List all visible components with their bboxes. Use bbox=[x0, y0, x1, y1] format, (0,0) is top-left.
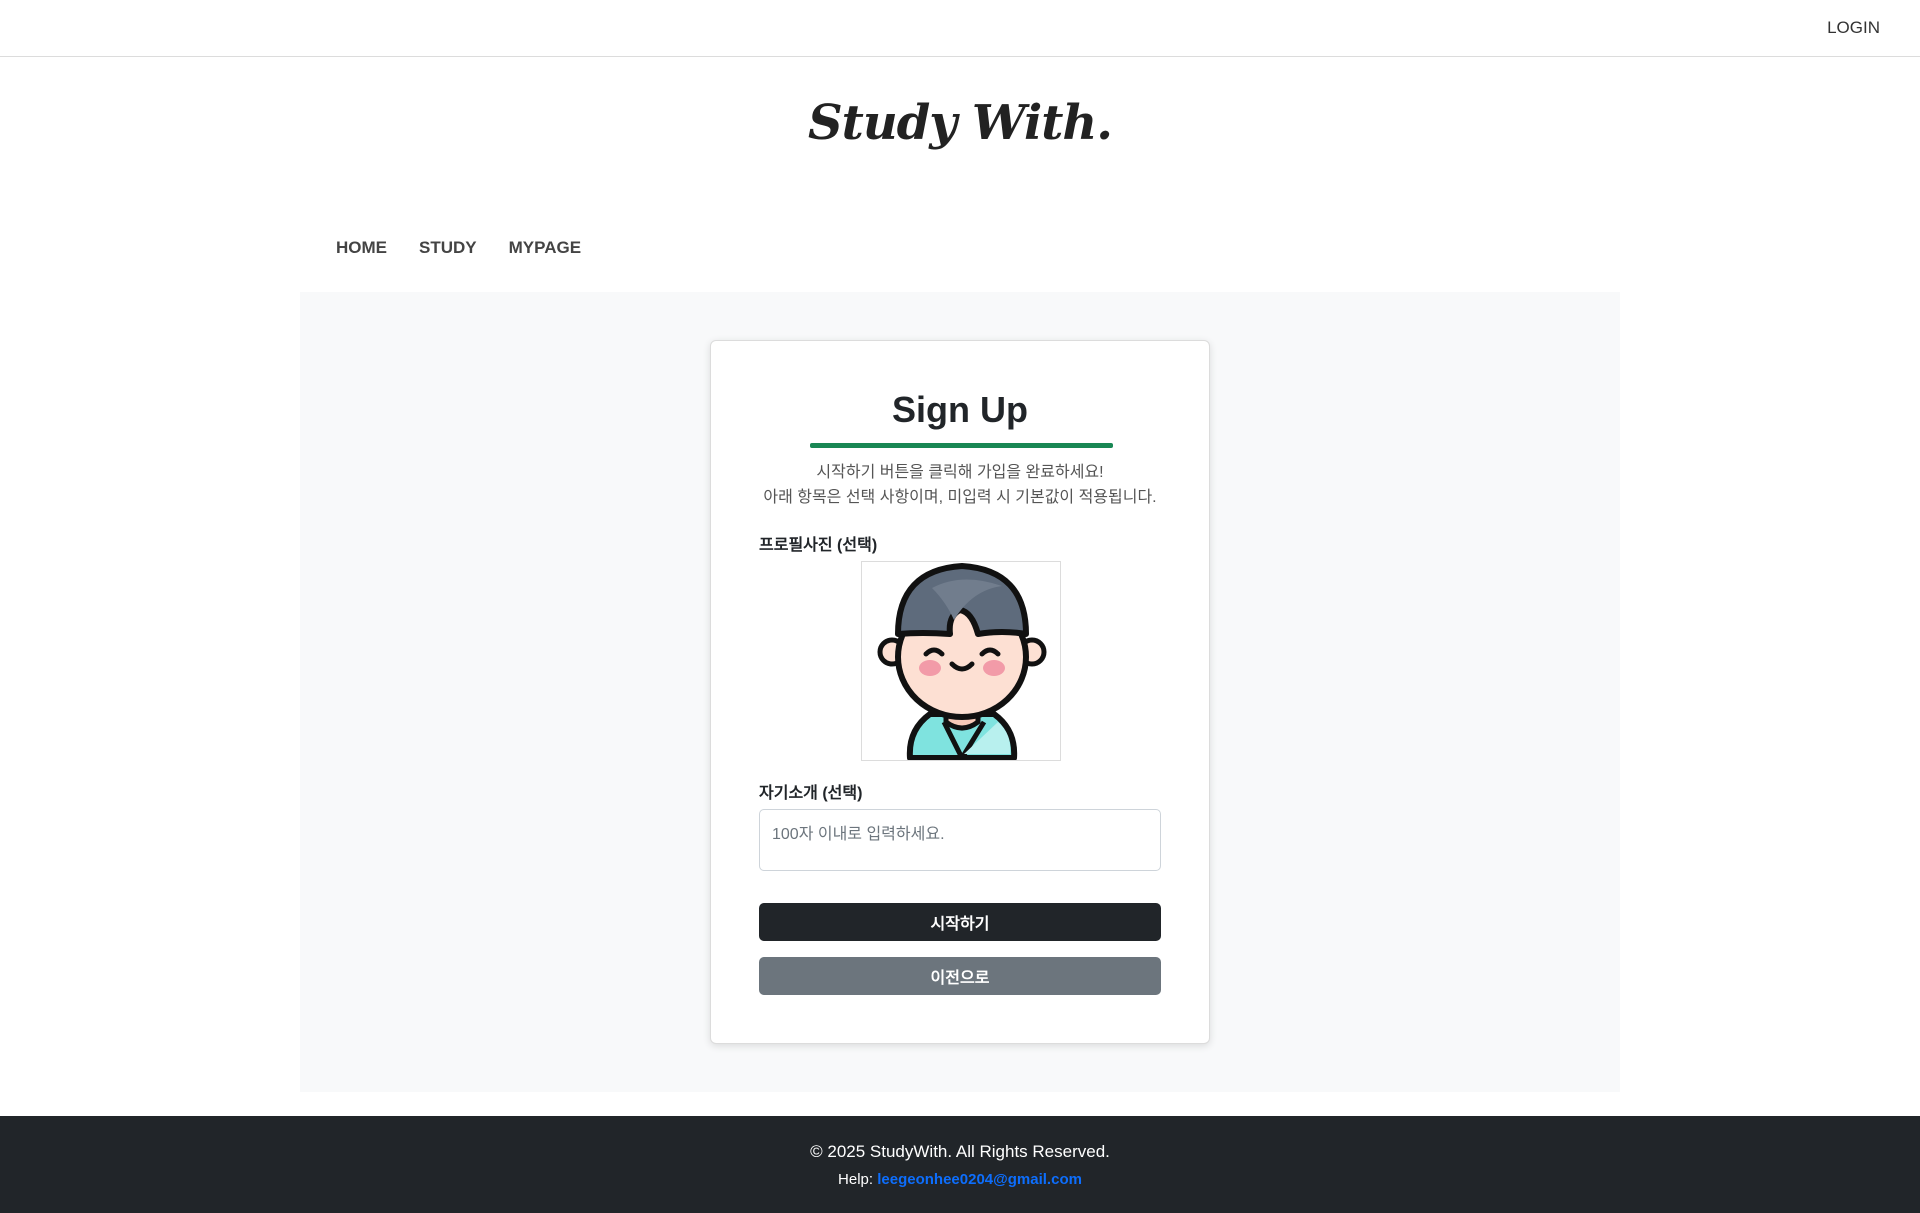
profile-photo-picker[interactable] bbox=[861, 561, 1061, 761]
back-button[interactable]: 이전으로 bbox=[759, 957, 1161, 995]
top-bar: LOGIN bbox=[0, 0, 1920, 57]
copyright-text: © 2025 StudyWith. All Rights Reserved. bbox=[810, 1142, 1110, 1161]
help-line: Help: leegeonhee0204@gmail.com bbox=[0, 1171, 1920, 1188]
login-link[interactable]: LOGIN bbox=[1827, 18, 1880, 38]
nav-home-link[interactable]: HOME bbox=[336, 238, 387, 258]
start-button[interactable]: 시작하기 bbox=[759, 903, 1161, 941]
nav-mypage-link[interactable]: MYPAGE bbox=[509, 238, 581, 258]
footer: © 2025 StudyWith. All Rights Reserved. H… bbox=[0, 1116, 1920, 1213]
help-label: Help: bbox=[838, 1171, 874, 1188]
signup-description-line1: 시작하기 버튼을 클릭해 가입을 완료하세요! bbox=[816, 464, 1104, 481]
nav-study-link[interactable]: STUDY bbox=[419, 238, 477, 258]
self-intro-label: 자기소개 (선택) bbox=[759, 785, 863, 802]
signup-description-line2: 아래 항목은 선택 사항이며, 미입력 시 기본값이 적용됩니다. bbox=[763, 489, 1157, 506]
profile-photo-label: 프로필사진 (선택) bbox=[759, 537, 878, 554]
signup-card: Sign Up 시작하기 버튼을 클릭해 가입을 완료하세요! 아래 항목은 선… bbox=[710, 340, 1210, 1044]
main-nav: HOME STUDY MYPAGE bbox=[336, 238, 581, 258]
help-email-link[interactable]: leegeonhee0204@gmail.com bbox=[877, 1171, 1082, 1188]
page-title: Sign Up bbox=[892, 389, 1028, 430]
site-logo[interactable]: Study With. bbox=[0, 95, 1920, 151]
profile-avatar-icon bbox=[877, 563, 1047, 760]
self-intro-input[interactable] bbox=[759, 809, 1161, 871]
title-underline bbox=[810, 443, 1113, 448]
